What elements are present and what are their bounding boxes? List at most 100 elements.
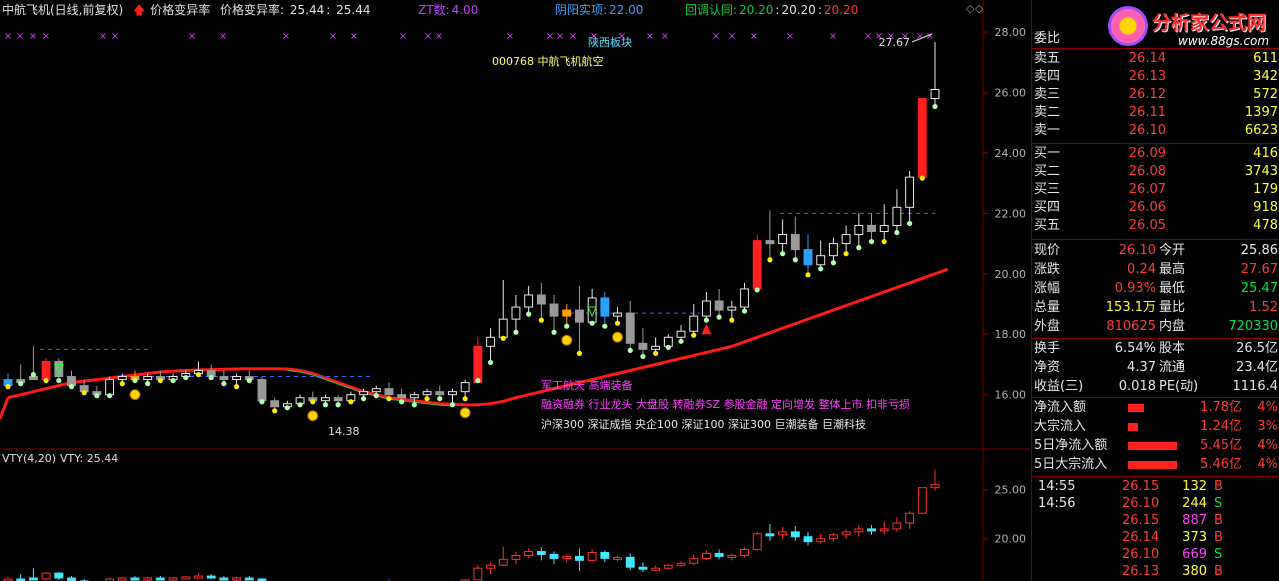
sub-bar bbox=[803, 531, 813, 546]
candle-body bbox=[41, 360, 51, 381]
sub-bar bbox=[41, 572, 51, 580]
marker-x-icon: × bbox=[786, 31, 794, 42]
bid-label: 买一 bbox=[1034, 146, 1061, 161]
flow-label: 5日大宗流入 bbox=[1034, 457, 1108, 472]
candle bbox=[219, 370, 229, 387]
sub-bar-body bbox=[879, 528, 889, 532]
fund-value: 6.54% bbox=[1114, 341, 1156, 356]
sub-bar bbox=[28, 568, 38, 581]
sub-bar bbox=[917, 487, 927, 515]
sub-bar bbox=[219, 576, 229, 581]
quote-value-2: 27.67 bbox=[1240, 262, 1278, 277]
bid-price: 26.08 bbox=[1128, 164, 1166, 179]
fund-value: 4.37 bbox=[1127, 360, 1156, 375]
candle bbox=[435, 385, 445, 402]
candle-dot bbox=[754, 287, 760, 293]
candle-body bbox=[854, 224, 864, 236]
candle-dot bbox=[119, 381, 125, 387]
tick-time: 14:55 bbox=[1038, 479, 1076, 494]
separator bbox=[1032, 239, 1279, 240]
flow-percent: 4% bbox=[1257, 438, 1278, 453]
candle-dot bbox=[183, 374, 189, 381]
candle-body bbox=[828, 243, 838, 257]
tick-volume: 132 bbox=[1182, 479, 1207, 494]
marker-x-icon: × bbox=[282, 31, 290, 42]
main-axis-label: 22.00 bbox=[995, 207, 1027, 220]
hd-readout: 回调认同: 20.20:20.20:20.20 bbox=[685, 3, 859, 17]
quote-value: 0.24 bbox=[1127, 262, 1156, 277]
candle-dot bbox=[767, 257, 773, 263]
candle-body bbox=[460, 382, 470, 393]
quote-label: 涨跌 bbox=[1034, 262, 1061, 277]
candle-body bbox=[333, 397, 343, 402]
sub-bar bbox=[867, 524, 876, 535]
ask-label: 卖二 bbox=[1034, 105, 1061, 120]
candle-body bbox=[524, 294, 534, 308]
candle bbox=[600, 291, 610, 329]
sub-bar-body bbox=[752, 533, 762, 551]
main-axis-label: 16.00 bbox=[995, 389, 1027, 402]
quote-row: 涨跌 0.24 最高 27.67 bbox=[1032, 261, 1279, 279]
candle-body bbox=[105, 379, 115, 396]
fund-value: 0.018 bbox=[1118, 379, 1156, 394]
sub-bar-body bbox=[638, 566, 648, 570]
tick-side: B bbox=[1214, 479, 1223, 494]
candle-dot bbox=[678, 338, 684, 344]
candle bbox=[867, 213, 876, 245]
tick-volume: 887 bbox=[1182, 513, 1207, 528]
sub-axis-label: 25.00 bbox=[995, 484, 1027, 497]
candle-dot bbox=[614, 320, 621, 326]
diamond-icon: ◇ bbox=[966, 2, 975, 15]
tick-volume: 669 bbox=[1182, 547, 1207, 562]
marker-x-icon: × bbox=[646, 31, 654, 42]
sub-bar bbox=[651, 565, 661, 572]
candle-body bbox=[549, 303, 559, 317]
candle-dot bbox=[729, 317, 735, 323]
ask-row: 卖四 26.13 342 bbox=[1032, 68, 1279, 86]
candle-dot bbox=[386, 396, 392, 402]
candle-body bbox=[676, 330, 686, 338]
sub-bar bbox=[511, 551, 521, 565]
candle-body bbox=[409, 394, 419, 399]
tick-row: 14:56 26.10 244 S bbox=[1032, 495, 1279, 513]
sub-bar bbox=[625, 553, 635, 571]
sub-bar-body bbox=[714, 552, 724, 557]
quote-row: 现价 26.10 今开 25.86 bbox=[1032, 242, 1279, 260]
bid-row: 买一 26.09 416 bbox=[1032, 145, 1279, 163]
tick-side: B bbox=[1214, 513, 1223, 528]
candle bbox=[727, 301, 737, 323]
bid-label: 买二 bbox=[1034, 164, 1061, 179]
candle bbox=[232, 373, 242, 390]
ask-label: 卖三 bbox=[1034, 87, 1061, 102]
flow-bar bbox=[1128, 442, 1178, 450]
sub-bar bbox=[549, 551, 559, 565]
candle-dot bbox=[221, 381, 227, 387]
marker-x-icon: × bbox=[435, 31, 443, 42]
tick-price: 26.15 bbox=[1122, 513, 1160, 528]
fund-row: 收益(三) 0.018 PE(动) 1116.4 bbox=[1032, 378, 1279, 396]
kline-chart[interactable]: 28.00 26.00 24.00 22.00 20.00 18.00 16.00 × × × × ×… bbox=[0, 0, 1030, 581]
candle-dot bbox=[818, 266, 824, 272]
fund-row: 换手 6.54% 股本 26.5亿 bbox=[1032, 340, 1279, 358]
indicator-name: 价格变异率 bbox=[150, 3, 211, 17]
tick-side: B bbox=[1214, 530, 1223, 545]
sub-bar-body bbox=[155, 577, 165, 581]
sub-bar bbox=[143, 577, 153, 581]
separator bbox=[1032, 143, 1279, 144]
sub-bar bbox=[752, 531, 762, 551]
money-bag-icon bbox=[307, 410, 319, 422]
candle-dot bbox=[576, 350, 583, 356]
candle-body bbox=[917, 98, 927, 178]
candle-dot bbox=[602, 323, 608, 329]
flow-label: 净流入额 bbox=[1034, 400, 1087, 415]
concept-tags-1: 军工航天 高端装备 bbox=[541, 378, 633, 392]
sub-bar bbox=[879, 522, 889, 535]
candle-dot bbox=[500, 335, 506, 341]
ask-row: 卖二 26.11 1397 bbox=[1032, 104, 1279, 122]
sector-label: 陕西板块 bbox=[588, 35, 632, 49]
candle-body bbox=[892, 206, 902, 226]
marker-x-icon: × bbox=[424, 31, 432, 42]
flow-percent: 4% bbox=[1257, 457, 1278, 472]
quote-value: 0.93% bbox=[1114, 281, 1156, 296]
candle-body bbox=[232, 376, 242, 381]
